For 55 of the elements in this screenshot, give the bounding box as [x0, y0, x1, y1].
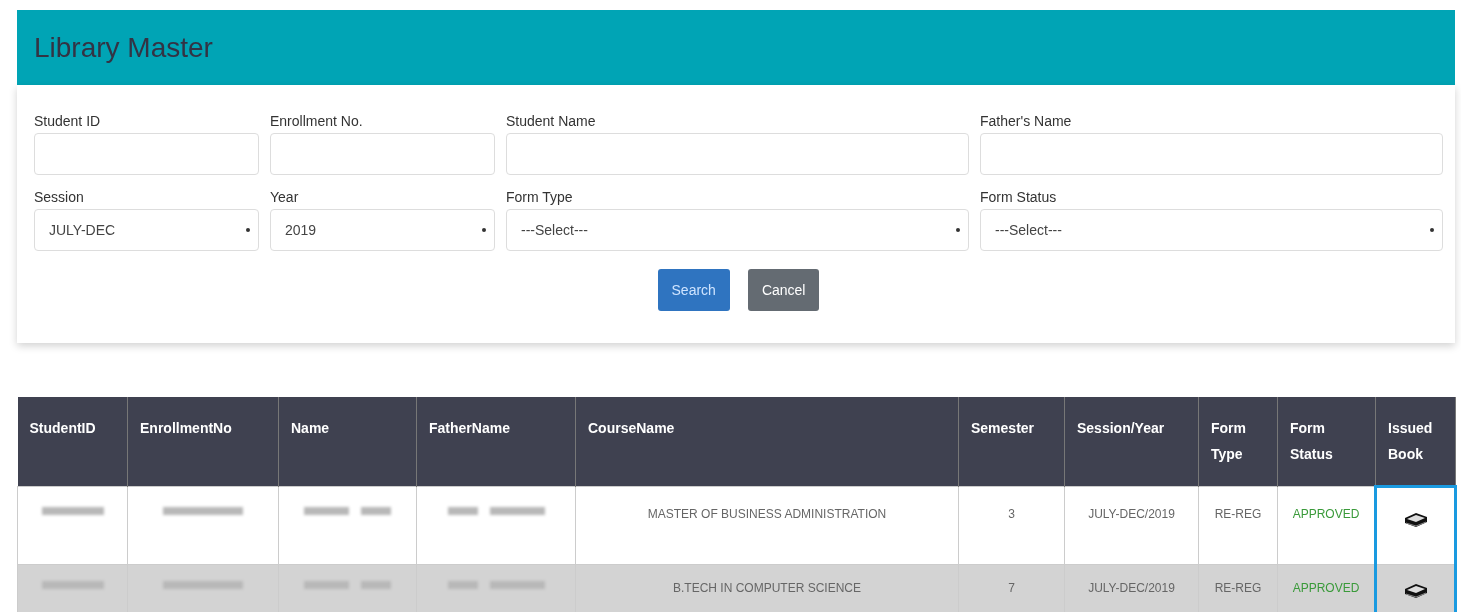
field-label: Student ID — [34, 113, 102, 129]
input-field[interactable] — [270, 133, 495, 175]
table-cell: JULY-DEC/2019 — [1064, 486, 1199, 565]
book-icon[interactable] — [1402, 510, 1429, 530]
redacted-text — [489, 581, 545, 589]
dropdown-icon — [246, 228, 250, 232]
table-cell: 3 — [958, 486, 1065, 565]
field-label: Form Status — [980, 189, 1058, 205]
redacted-text — [304, 581, 349, 589]
dropdown-icon — [956, 228, 960, 232]
status-text: APPROVED — [1277, 486, 1376, 565]
field-label: Year — [270, 189, 300, 205]
column-header: Form Status — [1277, 397, 1376, 487]
table-cell: B.TECH IN COMPUTER SCIENCE — [575, 564, 959, 612]
page-title: Library Master — [34, 31, 213, 64]
dropdown-icon — [1430, 228, 1434, 232]
input-field[interactable] — [506, 133, 969, 175]
select-field[interactable]: ---Select--- — [506, 209, 969, 251]
column-header: Form Type — [1198, 397, 1278, 487]
select-field[interactable]: ---Select--- — [980, 209, 1443, 251]
table-cell: RE-REG — [1198, 564, 1278, 612]
column-header: Issued Book — [1375, 397, 1456, 487]
redacted-text — [447, 507, 478, 515]
field-label: Session — [34, 189, 85, 205]
table-cell: RE-REG — [1198, 486, 1278, 565]
status-text: APPROVED — [1277, 564, 1376, 612]
dropdown-icon — [482, 228, 486, 232]
column-header: Session/Year — [1064, 397, 1199, 487]
cancel-button[interactable]: Cancel — [747, 269, 820, 311]
table-cell: JULY-DEC/2019 — [1064, 564, 1199, 612]
column-header: StudentID — [17, 397, 128, 487]
field-label: Enrollment No. — [270, 113, 364, 129]
redacted-text — [489, 507, 545, 515]
field-label: Form Type — [506, 189, 574, 205]
column-header: FatherName — [416, 397, 576, 487]
redacted-text — [361, 581, 391, 589]
redacted-text — [447, 581, 478, 589]
redacted-text — [41, 581, 104, 589]
input-field[interactable] — [34, 133, 259, 175]
redacted-text — [304, 507, 349, 515]
redacted-text — [41, 507, 104, 515]
redacted-text — [361, 507, 391, 515]
search-button[interactable]: Search — [657, 269, 730, 311]
field-label: Student Name — [506, 113, 597, 129]
column-header: EnrollmentNo — [127, 397, 279, 487]
column-header: Name — [278, 397, 417, 487]
select-field[interactable]: 2019 — [270, 209, 495, 251]
select-field[interactable]: JULY-DEC — [34, 209, 259, 251]
field-label: Father's Name — [980, 113, 1073, 129]
column-header: Semester — [958, 397, 1065, 487]
table-cell: MASTER OF BUSINESS ADMINISTRATION — [575, 486, 959, 565]
table-cell: 7 — [958, 564, 1065, 612]
column-header: CourseName — [575, 397, 959, 487]
input-field[interactable] — [980, 133, 1443, 175]
book-icon[interactable] — [1402, 581, 1429, 601]
